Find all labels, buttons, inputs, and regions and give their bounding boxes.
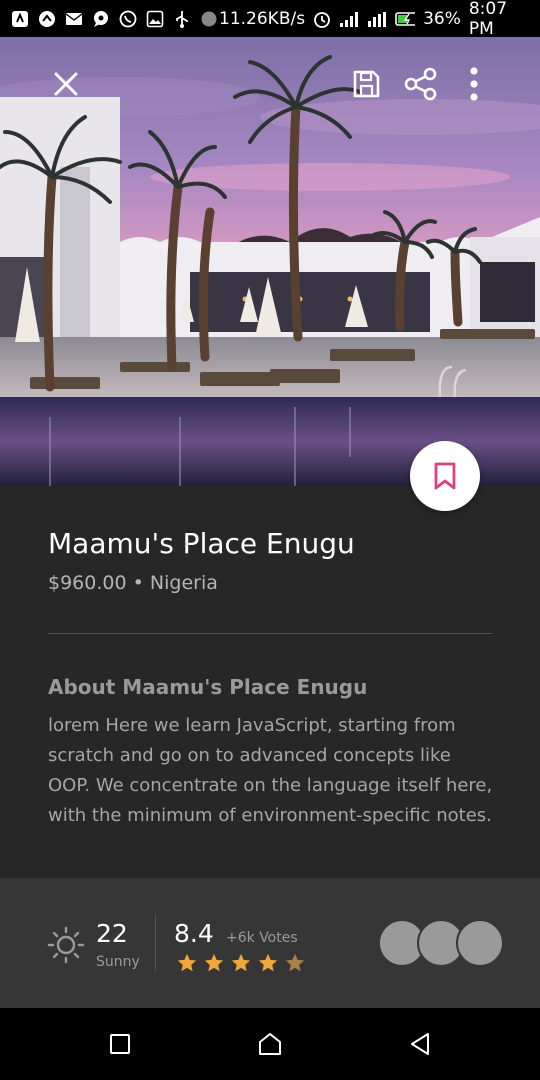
separator: • (132, 572, 144, 594)
app-icon (10, 9, 30, 29)
star-icon (285, 953, 305, 972)
home-icon (259, 1033, 281, 1055)
close-icon (54, 72, 78, 96)
back-icon (411, 1033, 429, 1055)
more-vertical-icon (470, 67, 478, 101)
price-location: $960.00 • Nigeria (48, 572, 218, 594)
avatar[interactable] (456, 919, 504, 967)
data-icon (367, 9, 387, 29)
avatar-group[interactable] (378, 919, 508, 967)
mail-icon (64, 9, 84, 29)
save-icon (353, 70, 380, 98)
about-heading: About Maamu's Place Enugu (48, 675, 368, 699)
more-options-button[interactable] (452, 62, 496, 106)
star-icon (177, 953, 197, 972)
notification-icons (0, 9, 219, 29)
sun-icon (47, 926, 85, 964)
back-button[interactable] (402, 1026, 438, 1062)
star-icon (204, 953, 224, 972)
price: $960.00 (48, 572, 127, 594)
location: Nigeria (149, 572, 218, 594)
info-divider (155, 915, 156, 971)
recent-apps-icon (110, 1034, 130, 1054)
navigation-bar (0, 1008, 540, 1080)
battery-icon (395, 9, 416, 29)
alarm-icon (313, 9, 331, 29)
chat-icon (91, 9, 111, 29)
about-description: lorem Here we learn JavaScript, starting… (48, 715, 493, 826)
rating-score: 8.4 (174, 919, 214, 948)
whatsapp-icon (118, 9, 138, 29)
share-icon (404, 67, 437, 101)
star-rating (176, 952, 306, 974)
close-button[interactable] (44, 62, 88, 106)
network-speed: 11.26KB/s (219, 8, 306, 29)
recent-apps-button[interactable] (102, 1026, 138, 1062)
weather-condition: Sunny (96, 954, 140, 970)
page-title: Maamu's Place Enugu (48, 527, 355, 560)
bookmark-button[interactable] (410, 441, 480, 511)
info-bar: 22 Sunny 8.4 +6k Votes (0, 878, 540, 1008)
save-button[interactable] (344, 62, 388, 106)
battery-percent: 36% (423, 8, 461, 29)
divider (48, 633, 492, 634)
signal-icon (339, 9, 359, 29)
star-icon (231, 953, 251, 972)
chevron-up-icon (37, 9, 57, 29)
status-bar: 11.26KB/s 36% 8:07 PM (0, 0, 540, 39)
status-right: 11.26KB/s 36% 8:07 PM (219, 0, 540, 39)
bookmark-icon (434, 462, 456, 490)
home-button[interactable] (252, 1026, 288, 1062)
clock: 8:07 PM (468, 0, 508, 39)
share-button[interactable] (398, 62, 442, 106)
temperature: 22 (96, 919, 128, 948)
usb-icon (172, 9, 192, 29)
gallery-icon (145, 9, 165, 29)
rating-votes: +6k Votes (226, 930, 298, 946)
record-icon (199, 9, 219, 29)
star-icon (258, 953, 278, 972)
